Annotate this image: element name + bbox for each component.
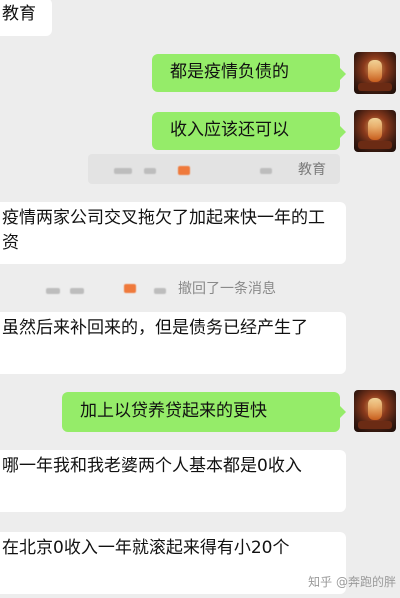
user-avatar-icon[interactable]	[354, 390, 396, 432]
message-text: 加上以贷养贷起来的更快	[80, 401, 267, 421]
blurred-name	[144, 168, 156, 174]
quote-label: 教育	[298, 162, 326, 178]
quoted-message[interactable]: 教育	[88, 154, 340, 184]
watermark: 知乎 @奔跑的胖	[308, 575, 396, 589]
message-text: 教育	[2, 4, 36, 24]
user-avatar-icon[interactable]	[354, 52, 396, 94]
message-text: 虽然后来补回来的，但是债务已经产生了	[2, 318, 308, 338]
message-sent-loan[interactable]: 加上以贷养贷起来的更快	[62, 392, 346, 432]
message-text: 都是疫情负债的	[170, 62, 289, 82]
user-avatar-icon[interactable]	[354, 110, 396, 152]
blurred-name	[154, 288, 166, 294]
message-received-zero-income[interactable]: 哪一年我和我老婆两个人基本都是0收入	[0, 450, 346, 512]
message-received-repayment[interactable]: 虽然后来补回来的，但是债务已经产生了	[0, 312, 346, 374]
message-received-wages[interactable]: 疫情两家公司交叉拖欠了加起来快一年的工资	[0, 202, 346, 264]
blurred-name	[260, 168, 272, 174]
message-text: 疫情两家公司交叉拖欠了加起来快一年的工资	[2, 208, 325, 253]
blurred-name	[70, 288, 84, 294]
message-received-education[interactable]: 教育	[0, 0, 52, 36]
blurred-name	[114, 168, 132, 174]
blurred-sticker	[178, 166, 190, 175]
blurred-sticker	[124, 284, 136, 293]
message-text: 收入应该还可以	[170, 120, 289, 140]
blurred-name	[46, 288, 60, 294]
message-text: 在北京0收入一年就滚起来得有小20个	[2, 538, 290, 558]
system-recall-notice: 撤回了一条消息	[40, 278, 340, 300]
message-text: 哪一年我和我老婆两个人基本都是0收入	[2, 456, 302, 476]
message-sent-debt[interactable]: 都是疫情负债的	[152, 54, 346, 92]
message-received-beijing[interactable]: 在北京0收入一年就滚起来得有小20个	[0, 532, 346, 594]
system-text: 撤回了一条消息	[178, 281, 276, 297]
message-sent-income[interactable]: 收入应该还可以	[152, 112, 346, 150]
